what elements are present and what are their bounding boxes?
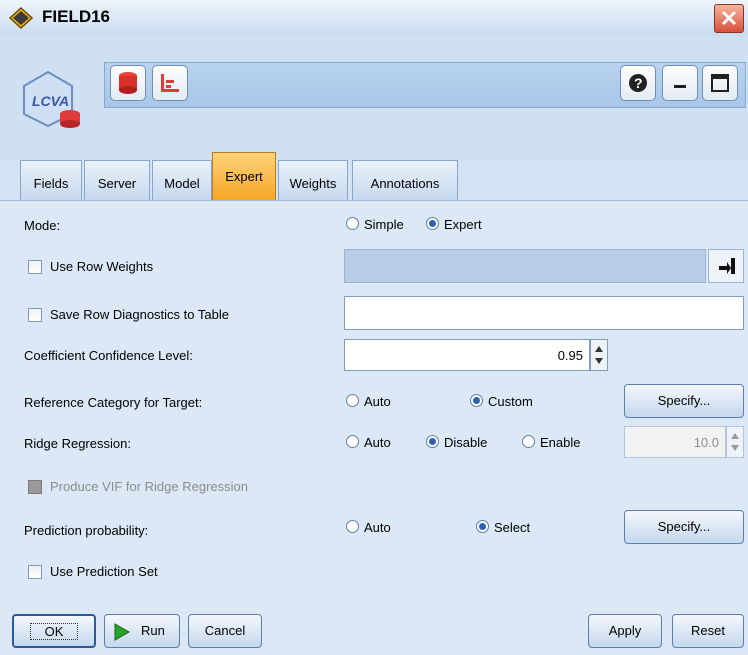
mode-label: Mode:	[24, 218, 61, 233]
play-icon	[114, 623, 131, 641]
ridge-auto-radio[interactable]	[346, 435, 359, 448]
close-icon	[721, 10, 737, 26]
maximize-icon	[711, 74, 729, 92]
ridge-disable-radio[interactable]	[426, 435, 439, 448]
cancel-button[interactable]: Cancel	[188, 614, 262, 648]
save-row-diagnostics-checkbox[interactable]	[28, 308, 42, 322]
mode-expert-label: Expert	[444, 217, 482, 232]
tab-fields[interactable]: Fields	[20, 160, 82, 200]
row-weights-field[interactable]	[344, 249, 706, 283]
ridge-regression-label: Ridge Regression:	[24, 436, 131, 451]
reference-custom-radio[interactable]	[470, 394, 483, 407]
preview-data-button[interactable]	[110, 65, 146, 101]
node-diamond-icon	[8, 6, 34, 30]
bar-chart-icon	[161, 74, 179, 92]
maximize-button[interactable]	[702, 65, 738, 101]
field-picker-icon	[719, 258, 735, 274]
tab-label: Annotations	[370, 176, 440, 191]
produce-vif-label: Produce VIF for Ridge Regression	[50, 479, 248, 494]
prediction-select-label: Select	[494, 520, 531, 535]
save-row-diagnostics-label: Save Row Diagnostics to Table	[50, 307, 229, 322]
ok-button[interactable]: OK	[12, 614, 96, 648]
tab-label: Model	[164, 176, 200, 191]
reference-category-label: Reference Category for Target:	[24, 395, 203, 410]
coef-confidence-input[interactable]: 0.95	[344, 339, 590, 371]
spinner-arrows-icon	[595, 346, 603, 364]
prediction-specify-button[interactable]: Specify...	[624, 510, 744, 544]
reference-specify-button[interactable]: Specify...	[624, 384, 744, 418]
svg-text:?: ?	[634, 75, 643, 91]
help-button[interactable]: ?	[620, 65, 656, 101]
tab-model[interactable]: Model	[152, 160, 212, 200]
logistic-node-icon: LCVA	[23, 70, 80, 128]
spinner-arrows-icon	[731, 433, 739, 451]
tab-label: Expert	[225, 169, 263, 184]
produce-vif-checkbox[interactable]	[28, 480, 42, 494]
run-button[interactable]: Run	[104, 614, 180, 648]
svg-text:LCVA: LCVA	[32, 93, 69, 109]
tab-label: Fields	[33, 176, 69, 191]
tab-label: Weights	[289, 176, 337, 191]
prediction-probability-label: Prediction probability:	[24, 523, 149, 538]
help-icon: ?	[629, 74, 647, 92]
tab-expert[interactable]: Expert	[212, 152, 276, 202]
ridge-value-spinner[interactable]	[726, 426, 744, 458]
reset-button[interactable]: Reset	[672, 614, 744, 648]
minimize-button[interactable]	[662, 65, 698, 101]
ridge-enable-label: Enable	[540, 435, 581, 450]
coef-confidence-value: 0.95	[557, 348, 583, 363]
coef-confidence-label: Coefficient Confidence Level:	[24, 348, 193, 363]
prediction-auto-radio[interactable]	[346, 520, 359, 533]
reference-auto-label: Auto	[364, 394, 391, 409]
reference-custom-label: Custom	[488, 394, 533, 409]
apply-button[interactable]: Apply	[588, 614, 662, 648]
use-row-weights-checkbox[interactable]	[28, 260, 42, 274]
ridge-enable-radio[interactable]	[522, 435, 535, 448]
diagnostics-table-field[interactable]	[344, 296, 744, 330]
window-title: FIELD16	[42, 7, 111, 26]
reference-auto-radio[interactable]	[346, 394, 359, 407]
tab-annotations[interactable]: Annotations	[352, 160, 458, 200]
field-picker-button[interactable]	[708, 249, 744, 283]
tab-weights[interactable]: Weights	[278, 160, 348, 200]
ridge-auto-label: Auto	[364, 435, 391, 450]
use-prediction-set-label: Use Prediction Set	[50, 564, 158, 579]
use-prediction-set-checkbox[interactable]	[28, 565, 42, 579]
title-bar[interactable]: FIELD16	[0, 0, 748, 37]
ridge-value-input[interactable]: 10.0	[624, 426, 726, 458]
mode-expert-radio[interactable]	[426, 217, 439, 230]
ridge-value: 10.0	[693, 435, 719, 450]
run-label: Run	[141, 623, 165, 638]
ridge-disable-label: Disable	[444, 435, 488, 450]
mode-simple-radio[interactable]	[346, 217, 359, 230]
tab-label: Server	[97, 176, 137, 191]
close-button[interactable]	[714, 4, 744, 33]
prediction-auto-label: Auto	[364, 520, 391, 535]
use-row-weights-label: Use Row Weights	[50, 259, 154, 274]
mode-simple-label: Simple	[364, 217, 404, 232]
ok-label: OK	[29, 623, 79, 640]
database-icon	[119, 72, 137, 94]
tab-server[interactable]: Server	[84, 160, 150, 200]
minimize-icon	[674, 85, 686, 88]
coef-confidence-spinner[interactable]	[590, 339, 608, 371]
prediction-select-radio[interactable]	[476, 520, 489, 533]
chart-button[interactable]	[152, 65, 188, 101]
